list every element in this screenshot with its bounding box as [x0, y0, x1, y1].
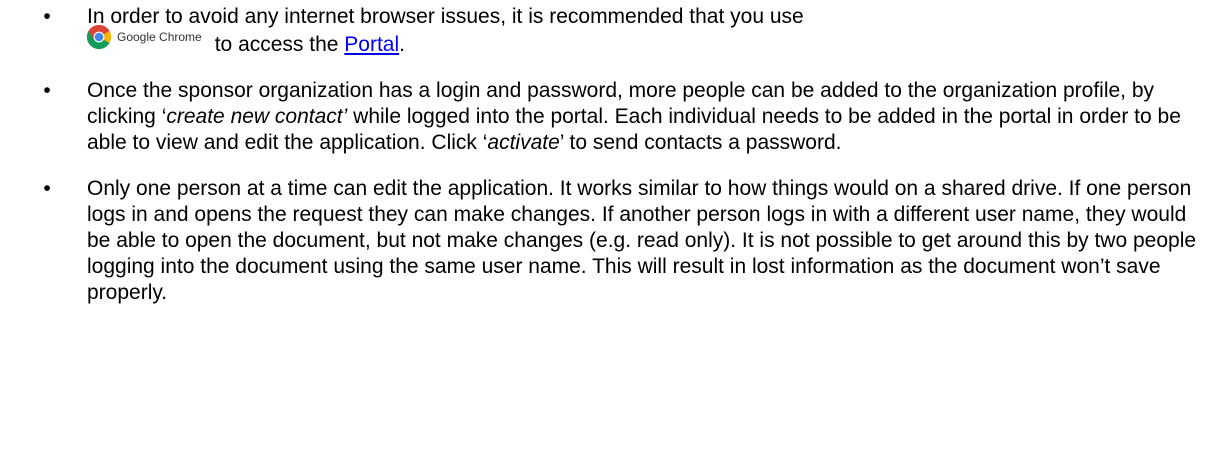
- single-editor-paragraph: Only one person at a time can edit the a…: [87, 177, 1197, 304]
- create-new-contact-term: create new contact’: [166, 105, 348, 128]
- activate-term: activate: [487, 131, 560, 154]
- period-text: .: [399, 33, 405, 56]
- list-item-browser-recommendation: • In order to avoid any internet browser…: [0, 4, 1208, 58]
- google-chrome-logo-icon: [87, 25, 111, 49]
- chrome-access-line: Google Chrome to access the Portal.: [87, 25, 1198, 58]
- bullet-marker: •: [43, 79, 51, 102]
- paragraph-text: ’ to send contacts a password.: [559, 131, 842, 154]
- bullet-marker: •: [43, 177, 51, 200]
- access-text: to access the: [214, 33, 345, 56]
- access-portal-text: to access the Portal.: [215, 32, 405, 58]
- bullet-marker: •: [43, 5, 51, 28]
- document-body: • In order to avoid any internet browser…: [0, 0, 1208, 306]
- list-item-single-editor: • Only one person at a time can edit the…: [0, 176, 1208, 306]
- portal-link[interactable]: Portal: [344, 33, 399, 56]
- create-contact-paragraph: Once the sponsor organization has a logi…: [87, 78, 1198, 156]
- google-chrome-label: Google Chrome: [117, 30, 202, 44]
- browser-recommendation-text: In order to avoid any internet browser i…: [87, 5, 804, 28]
- list-item-create-contact: • Once the sponsor organization has a lo…: [0, 78, 1208, 156]
